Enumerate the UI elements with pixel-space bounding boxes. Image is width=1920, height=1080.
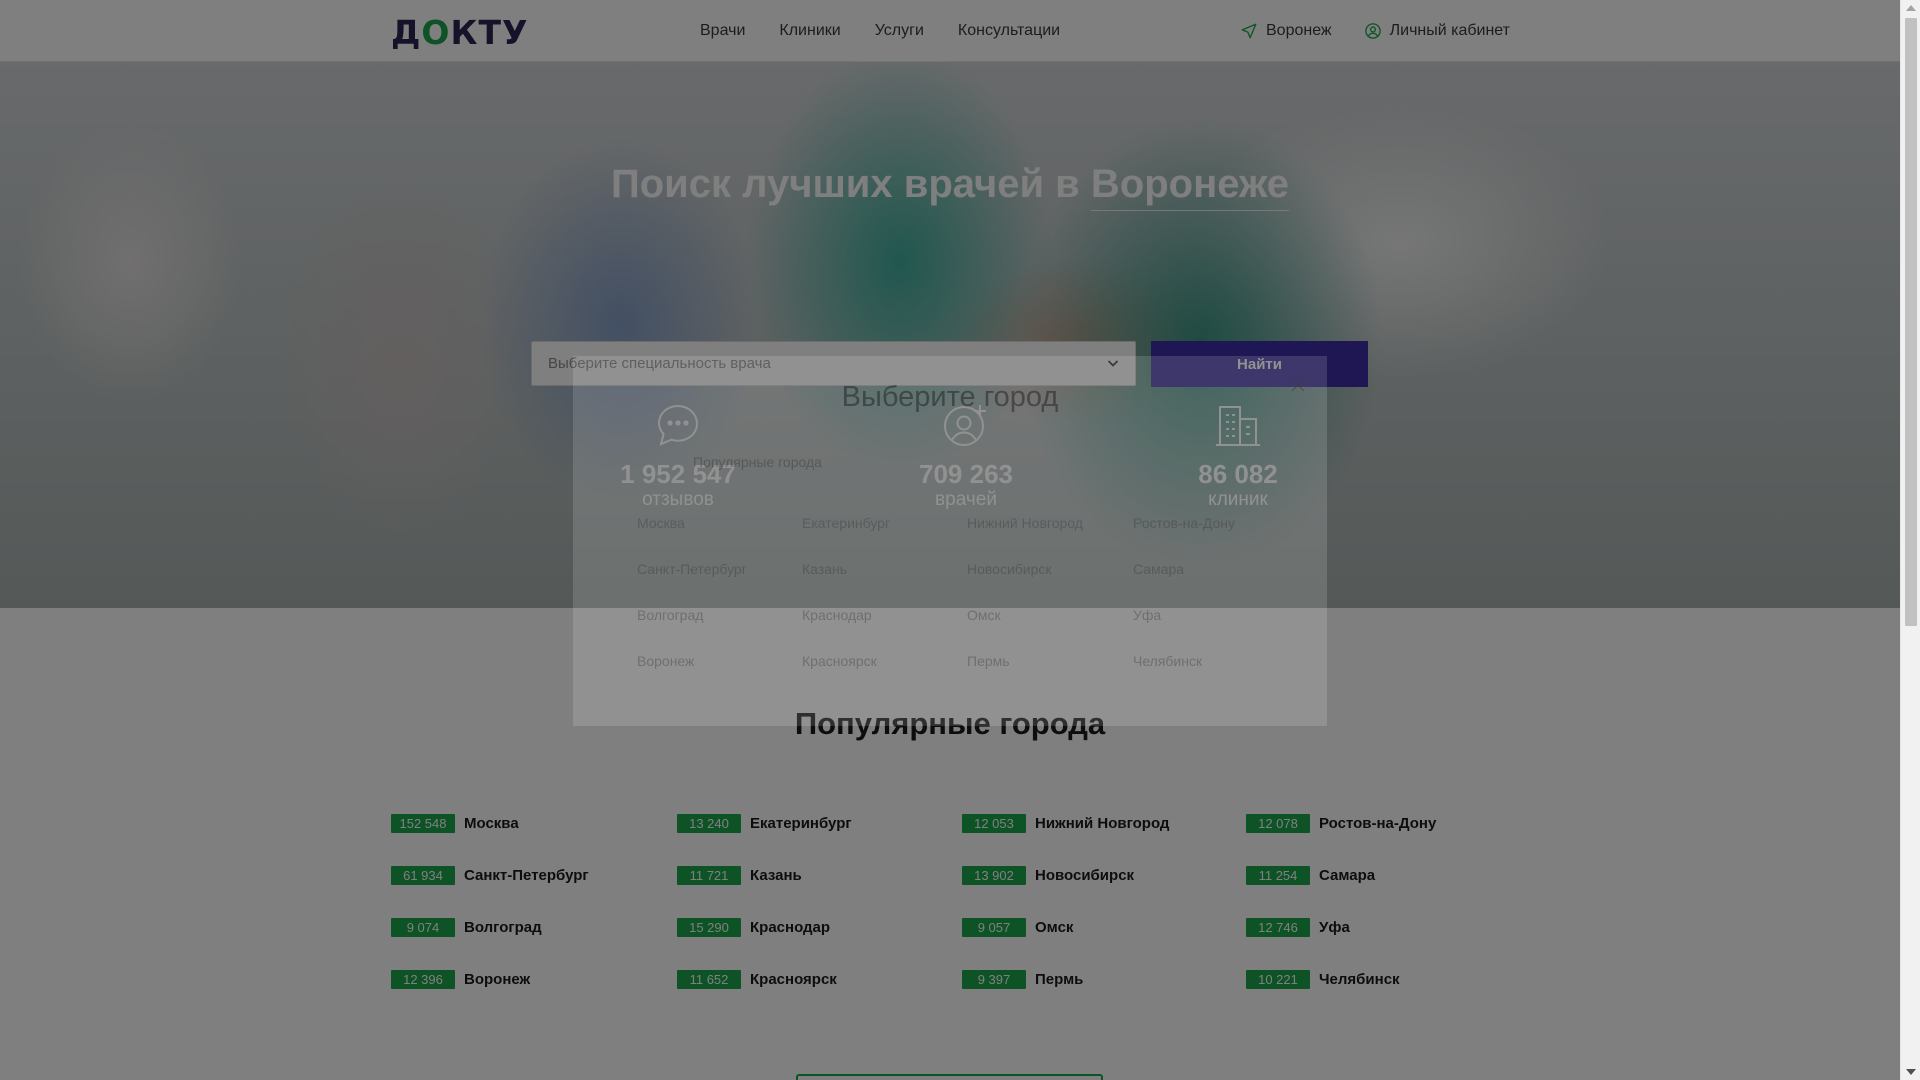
city-picker-modal: Выберите город Популярные города Москва … bbox=[573, 356, 1327, 726]
modal-city-link[interactable]: Уфа bbox=[1133, 607, 1161, 623]
close-icon[interactable] bbox=[1291, 378, 1305, 392]
modal-city-link[interactable]: Нижний Новгород bbox=[967, 515, 1083, 531]
modal-city-link[interactable]: Краснодар bbox=[802, 607, 872, 623]
modal-city-link[interactable]: Санкт-Петербург bbox=[637, 561, 747, 577]
modal-city-link[interactable]: Новосибирск bbox=[967, 561, 1052, 577]
modal-city-link[interactable]: Пермь bbox=[967, 653, 1010, 669]
modal-city-link[interactable]: Ростов-на-Дону bbox=[1133, 515, 1235, 531]
modal-city-link[interactable]: Екатеринбург bbox=[802, 515, 890, 531]
scrollbar-thumb[interactable] bbox=[1905, 18, 1917, 626]
modal-city-link[interactable]: Красноярск bbox=[802, 653, 877, 669]
modal-city-link[interactable]: Волгоград bbox=[637, 607, 703, 623]
modal-city-link[interactable]: Москва bbox=[637, 515, 685, 531]
modal-city-link[interactable]: Казань bbox=[802, 561, 847, 577]
modal-title: Выберите город bbox=[841, 381, 1059, 413]
page-scrollbar[interactable] bbox=[1900, 0, 1920, 1080]
scroll-down-arrow-icon[interactable] bbox=[1906, 1069, 1916, 1075]
modal-city-link[interactable]: Омск bbox=[967, 607, 1001, 623]
modal-city-link[interactable]: Самара bbox=[1133, 561, 1184, 577]
modal-city-link[interactable]: Челябинск bbox=[1133, 653, 1202, 669]
scroll-up-arrow-icon[interactable] bbox=[1906, 5, 1916, 11]
modal-subtitle: Популярные города bbox=[693, 454, 822, 470]
modal-city-link[interactable]: Воронеж bbox=[637, 653, 694, 669]
